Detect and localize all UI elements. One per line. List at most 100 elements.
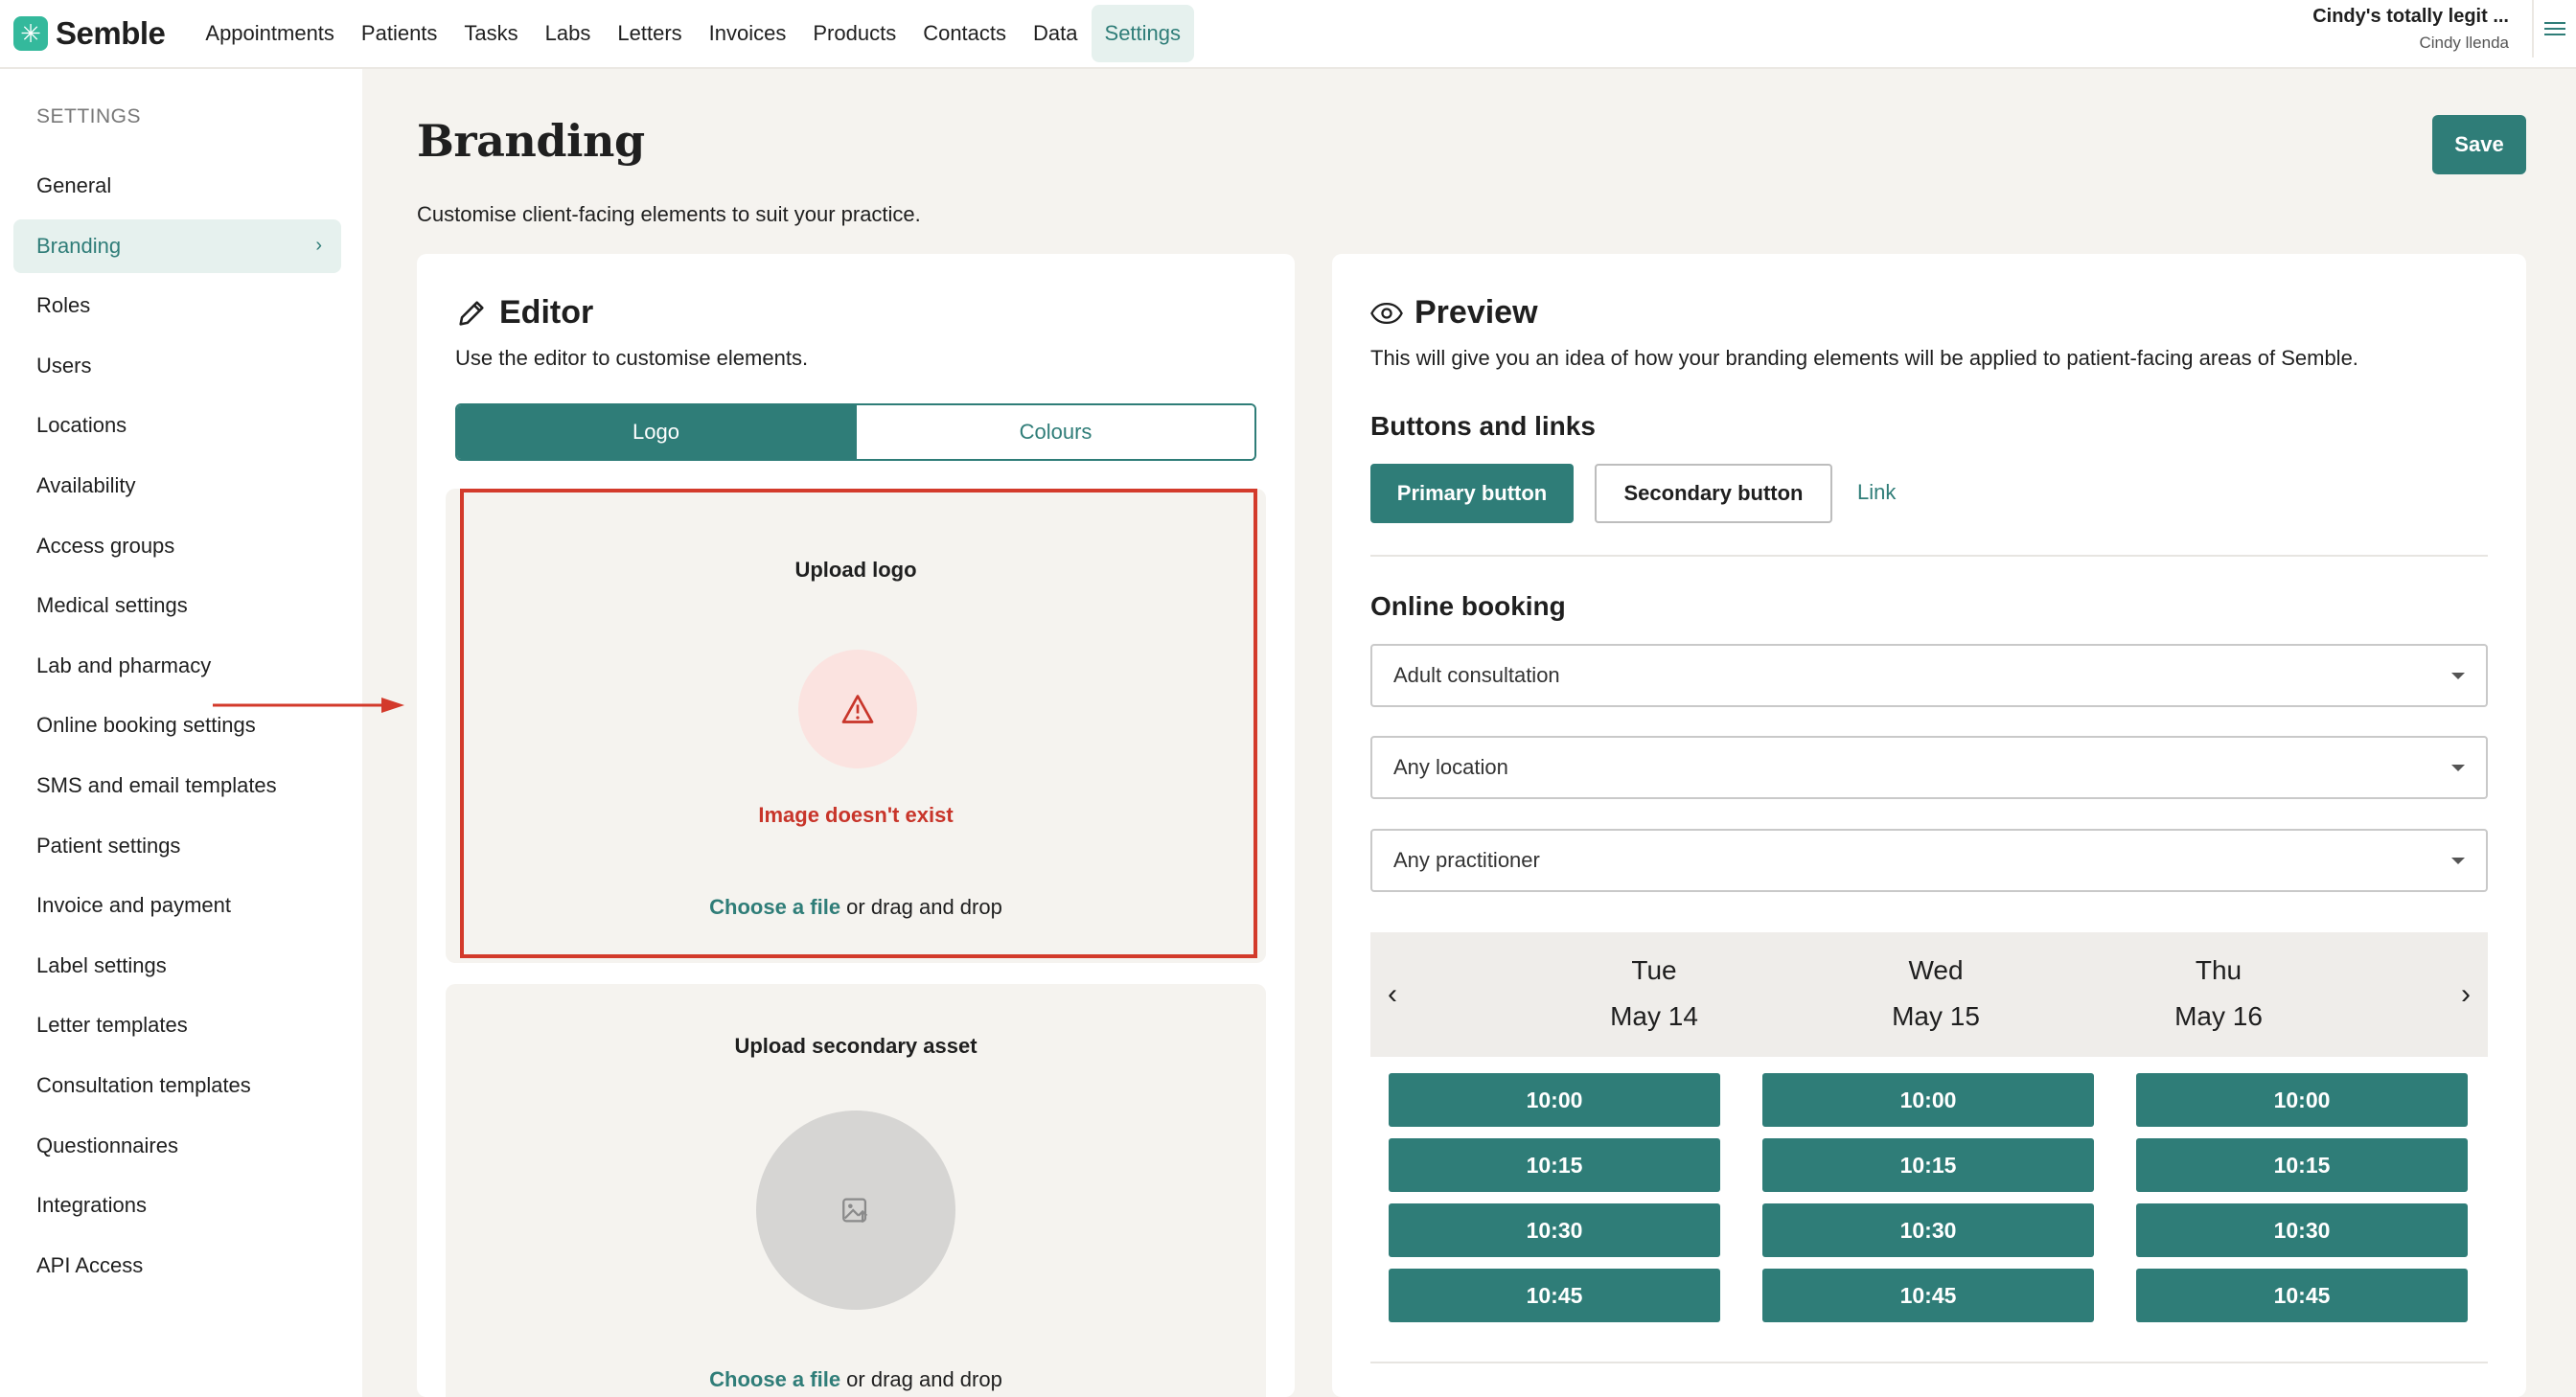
nav-letters[interactable]: Letters — [604, 5, 695, 62]
sidebar-item-label: Access groups — [36, 533, 175, 558]
select-value: Any practitioner — [1393, 848, 1540, 872]
sidebar-item-label: General — [36, 173, 112, 197]
consultation-type-select[interactable]: Adult consultation — [1370, 644, 2488, 707]
sidebar-item-label: SMS and email templates — [36, 772, 277, 797]
nav-contacts[interactable]: Contacts — [909, 5, 1020, 62]
preview-card: Preview This will give you an idea of ho… — [1332, 254, 2526, 1397]
buttons-links-heading: Buttons and links — [1370, 411, 1596, 441]
sidebar-item-label: Lab and pharmacy — [36, 653, 212, 677]
time-slot[interactable]: 10:00 — [1389, 1073, 1720, 1127]
sidebar-item-label-settings[interactable]: Label settings — [13, 939, 341, 993]
eye-icon — [1370, 302, 1403, 324]
secondary-asset-dropzone[interactable]: Upload secondary asset Choose a file or … — [446, 984, 1266, 1397]
sidebar-item-users[interactable]: Users — [13, 339, 341, 393]
brand-name: Semble — [56, 15, 166, 51]
sidebar-item-roles[interactable]: Roles — [13, 279, 341, 332]
sidebar-item-integrations[interactable]: Integrations — [13, 1179, 341, 1232]
tab-logo[interactable]: Logo — [457, 405, 855, 459]
secondary-button-sample[interactable]: Secondary button — [1595, 464, 1832, 523]
drag-drop-text: or drag and drop — [840, 1367, 1002, 1391]
sidebar-item-label: Invoice and payment — [36, 893, 232, 918]
sidebar-item-lab-and-pharmacy[interactable]: Lab and pharmacy — [13, 639, 341, 693]
sidebar-item-locations[interactable]: Locations — [13, 399, 341, 452]
chevron-right-icon: › — [315, 235, 322, 257]
sidebar-item-label: Letter templates — [36, 1013, 188, 1038]
link-sample[interactable]: Link — [1857, 480, 1896, 505]
editor-heading: Editor — [455, 294, 593, 332]
upload-secondary-instructions: Choose a file or drag and drop — [446, 1367, 1266, 1392]
nav-patients[interactable]: Patients — [348, 5, 451, 62]
annotation-arrow-icon — [213, 698, 404, 713]
practitioner-select[interactable]: Any practitioner — [1370, 829, 2488, 892]
pencil-icon — [459, 300, 484, 326]
location-select[interactable]: Any location — [1370, 736, 2488, 799]
section-divider — [1370, 1362, 2488, 1363]
sidebar-item-label: Online booking settings — [36, 713, 256, 738]
select-value: Adult consultation — [1393, 663, 1560, 687]
sidebar-item-medical-settings[interactable]: Medical settings — [13, 579, 341, 632]
hamburger-icon — [2544, 22, 2565, 35]
nav-labs[interactable]: Labs — [532, 5, 605, 62]
time-slot[interactable]: 10:45 — [2136, 1269, 2468, 1322]
choose-secondary-file-link[interactable]: Choose a file — [709, 1367, 840, 1391]
editor-title: Editor — [499, 294, 594, 331]
sidebar-item-label: Locations — [36, 413, 127, 438]
sidebar-item-invoice-and-payment[interactable]: Invoice and payment — [13, 879, 341, 932]
nav-data[interactable]: Data — [1020, 5, 1091, 62]
preview-title: Preview — [1414, 294, 1538, 331]
sidebar-item-access-groups[interactable]: Access groups — [13, 519, 341, 573]
time-slot[interactable]: 10:00 — [1762, 1073, 2094, 1127]
nav-tasks[interactable]: Tasks — [450, 5, 531, 62]
sidebar-item-label: Users — [36, 353, 92, 378]
save-button[interactable]: Save — [2432, 115, 2526, 174]
day-of-week: Tue — [1631, 955, 1677, 985]
section-divider — [1370, 555, 2488, 557]
caret-down-icon — [2451, 673, 2465, 679]
preview-description: This will give you an idea of how your b… — [1370, 346, 2358, 370]
time-slot[interactable]: 10:15 — [1389, 1138, 1720, 1192]
day-date: May 16 — [2174, 1001, 2263, 1031]
sidebar-item-consultation-templates[interactable]: Consultation templates — [13, 1059, 341, 1112]
brand-logo[interactable]: ✳ Semble — [13, 0, 166, 68]
sidebar-item-questionnaires[interactable]: Questionnaires — [13, 1119, 341, 1173]
time-slot[interactable]: 10:30 — [2136, 1203, 2468, 1257]
sidebar-heading: SETTINGS — [36, 105, 142, 127]
time-slot[interactable]: 10:15 — [2136, 1138, 2468, 1192]
sidebar-item-api-access[interactable]: API Access — [13, 1239, 341, 1293]
sidebar-item-sms-and-email-templates[interactable]: SMS and email templates — [13, 759, 341, 813]
nav-settings[interactable]: Settings — [1091, 5, 1195, 62]
sidebar-item-patient-settings[interactable]: Patient settings — [13, 819, 341, 873]
sidebar-item-letter-templates[interactable]: Letter templates — [13, 998, 341, 1052]
time-slot[interactable]: 10:15 — [1762, 1138, 2094, 1192]
chevron-left-icon[interactable]: ‹ — [1388, 978, 1397, 1011]
preview-heading: Preview — [1370, 294, 1538, 332]
primary-button-sample[interactable]: Primary button — [1370, 464, 1574, 523]
calendar-day-tue: Tue May 14 — [1558, 955, 1750, 1032]
editor-tabs: Logo Colours — [455, 403, 1256, 461]
calendar-day-thu: Thu May 16 — [2123, 955, 2314, 1032]
tab-colours[interactable]: Colours — [855, 405, 1254, 459]
nav-products[interactable]: Products — [799, 5, 909, 62]
sidebar-item-label: Branding — [36, 233, 122, 258]
semble-logo-icon: ✳ — [13, 16, 48, 51]
time-slot[interactable]: 10:45 — [1762, 1269, 2094, 1322]
caret-down-icon — [2451, 858, 2465, 864]
sidebar-item-label: Label settings — [36, 952, 167, 977]
page-subtitle: Customise client-facing elements to suit… — [417, 202, 921, 226]
user-menu[interactable]: Cindy's totally legit ... Cindy llenda — [2312, 0, 2509, 57]
time-slot[interactable]: 10:30 — [1762, 1203, 2094, 1257]
nav-appointments[interactable]: Appointments — [192, 5, 348, 62]
page-title: Branding — [417, 115, 645, 167]
sidebar-item-branding[interactable]: Branding › — [13, 218, 341, 273]
sidebar-item-availability[interactable]: Availability — [13, 459, 341, 513]
time-slot[interactable]: 10:45 — [1389, 1269, 1720, 1322]
chevron-right-icon[interactable]: › — [2461, 978, 2471, 1011]
nav-invoices[interactable]: Invoices — [696, 5, 800, 62]
sidebar-item-general[interactable]: General — [13, 159, 341, 213]
time-slot[interactable]: 10:30 — [1389, 1203, 1720, 1257]
editor-description: Use the editor to customise elements. — [455, 346, 809, 370]
time-slot[interactable]: 10:00 — [2136, 1073, 2468, 1127]
menu-button[interactable] — [2532, 0, 2576, 57]
main-nav: Appointments Patients Tasks Labs Letters… — [192, 0, 1195, 68]
user-organisation: Cindy's totally legit ... — [2312, 5, 2509, 27]
